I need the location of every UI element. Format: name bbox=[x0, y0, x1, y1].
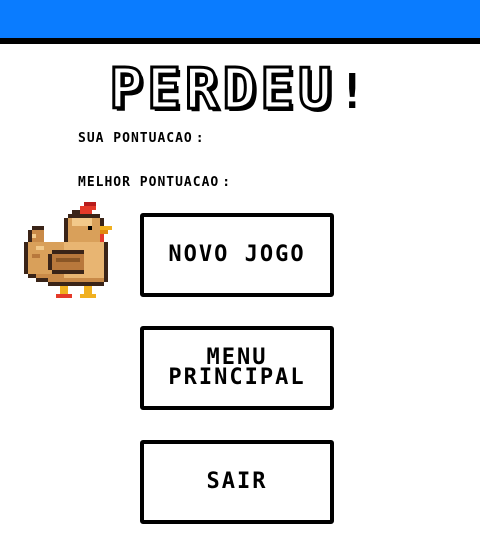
game-over-title-text: PERDEU bbox=[108, 56, 336, 123]
exit-button[interactable]: SAIR bbox=[140, 440, 334, 524]
current-score: SUA PONTUACAO: bbox=[78, 131, 209, 146]
current-score-colon: : bbox=[195, 131, 205, 146]
best-score-colon: : bbox=[222, 175, 232, 190]
top-bar bbox=[0, 0, 480, 44]
main-menu-button[interactable]: MENU PRINCIPAL bbox=[140, 326, 334, 410]
new-game-button-label: NOVO JOGO bbox=[168, 242, 306, 267]
main-menu-button-label: MENU PRINCIPAL bbox=[168, 345, 306, 390]
best-score-label: MELHOR PONTUACAO bbox=[78, 175, 220, 190]
new-game-button[interactable]: NOVO JOGO bbox=[140, 213, 334, 297]
best-score: MELHOR PONTUACAO: bbox=[78, 175, 235, 190]
current-score-label: SUA PONTUACAO bbox=[78, 131, 193, 146]
game-over-title-exclamation: ! bbox=[337, 64, 371, 120]
game-over-title: PERDEU! bbox=[0, 56, 480, 124]
exit-button-label: SAIR bbox=[206, 469, 268, 494]
chicken-sprite-icon bbox=[24, 202, 112, 298]
